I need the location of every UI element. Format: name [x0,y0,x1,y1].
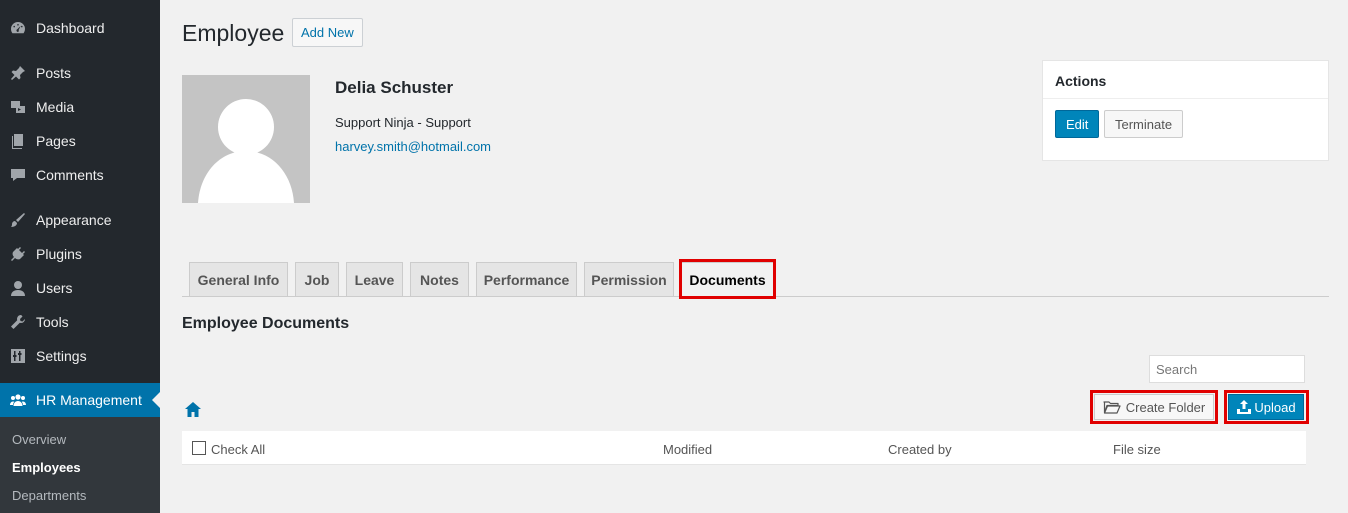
add-new-button[interactable]: Add New [292,18,363,47]
upload-label: Upload [1254,399,1296,415]
submenu-overview[interactable]: Overview [12,432,66,447]
submenu-departments[interactable]: Departments [12,488,86,503]
edit-button[interactable]: Edit [1055,110,1100,138]
menu-item-pages[interactable]: Pages [0,124,160,158]
tab-notes[interactable]: Notes [410,262,469,297]
divider [1043,98,1328,99]
upload-icon [1237,400,1252,414]
check-all-checkbox[interactable] [192,441,206,455]
tab-performance[interactable]: Performance [476,262,577,297]
page-title: Employee [182,20,285,46]
create-folder-label: Create Folder [1125,399,1206,415]
dashboard-icon [10,20,26,36]
admin-sidebar: Dashboard Posts Media Pages Comments App… [0,0,160,513]
submenu-employees[interactable]: Employees [12,460,81,475]
menu-item-comments[interactable]: Comments [0,158,160,192]
menu-item-dashboard[interactable]: Dashboard [0,11,160,45]
menu-label: Tools [36,314,69,330]
comment-icon [10,167,26,183]
avatar [182,75,310,203]
menu-label: Users [36,280,73,296]
menu-label: Appearance [36,212,112,228]
column-check-all[interactable]: Check All [211,442,265,457]
pin-icon [10,65,26,81]
group-icon [10,392,26,408]
folder-open-icon [1103,401,1121,414]
media-icon [10,99,26,115]
employee-role: Support Ninja - Support [335,115,471,130]
menu-label: Media [36,99,75,115]
section-title: Employee Documents [182,315,350,332]
menu-item-settings[interactable]: Settings [0,339,160,373]
menu-label: Comments [36,167,104,183]
menu-label: Posts [36,65,72,81]
tab-permission[interactable]: Permission [584,262,674,297]
upload-button[interactable]: Upload [1228,394,1304,420]
actions-title: Actions [1055,73,1107,89]
plug-icon [10,246,26,262]
actions-panel: Actions Edit Terminate [1042,60,1329,161]
tab-job[interactable]: Job [295,262,339,297]
menu-item-tools[interactable]: Tools [0,305,160,339]
avatar-placeholder-icon [198,99,294,203]
menu-item-media[interactable]: Media [0,90,160,124]
sliders-icon [10,348,26,364]
menu-label: Pages [36,133,76,149]
menu-label: Plugins [36,246,82,262]
column-file-size: File size [1113,442,1161,457]
employee-name: Delia Schuster [335,78,454,97]
menu-item-users[interactable]: Users [0,271,160,305]
terminate-button[interactable]: Terminate [1104,110,1184,138]
menu-item-posts[interactable]: Posts [0,56,160,90]
menu-label: Settings [36,348,87,364]
documents-table-header: Check All Modified Created by File size [182,431,1306,465]
tab-documents[interactable]: Documents [681,262,774,297]
user-icon [10,280,26,296]
wrench-icon [10,314,26,330]
menu-label: HR Management [36,392,142,408]
create-folder-button[interactable]: Create Folder [1094,394,1214,420]
pages-icon [10,133,26,149]
column-created-by: Created by [888,442,952,457]
menu-label: Dashboard [36,20,105,36]
brush-icon [10,212,26,228]
menu-item-appearance[interactable]: Appearance [0,203,160,237]
employee-email-link[interactable]: harvey.smith@hotmail.com [335,139,491,154]
menu-item-hr-management[interactable]: HR Management [0,383,160,417]
search-input[interactable] [1149,355,1305,383]
hr-submenu: Overview Employees Departments [0,417,160,513]
home-icon[interactable] [184,401,202,419]
tab-general-info[interactable]: General Info [189,262,288,297]
column-modified: Modified [663,442,713,457]
menu-item-plugins[interactable]: Plugins [0,237,160,271]
tab-leave[interactable]: Leave [346,262,403,297]
